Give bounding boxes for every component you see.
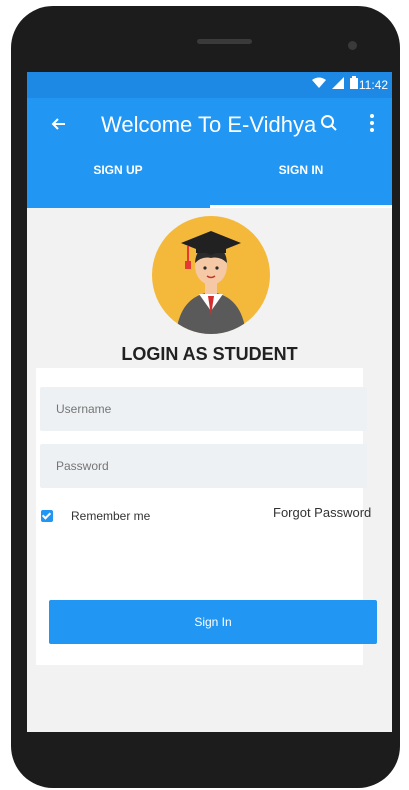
tab-bar: SIGN UP SIGN IN: [27, 156, 392, 208]
student-graduate-icon: [176, 231, 246, 334]
remember-me-label: Remember me: [71, 509, 151, 523]
forgot-password-link[interactable]: Forgot Password: [273, 505, 371, 520]
remember-me-row[interactable]: Remember me: [41, 509, 150, 523]
tab-sign-in[interactable]: SIGN IN: [210, 156, 392, 208]
login-heading: LOGIN AS STUDENT: [121, 344, 298, 364]
phone-speaker: [197, 39, 252, 44]
app-bar: Welcome To E-Vidhya: [27, 98, 392, 156]
phone-camera: [348, 41, 357, 50]
wifi-icon: [312, 77, 326, 88]
app-title: Welcome To E-Vidhya: [101, 112, 317, 137]
status-bar: 11:42: [27, 72, 392, 98]
tab-sign-up[interactable]: SIGN UP: [27, 156, 209, 208]
status-time: 11:42: [358, 78, 388, 92]
sign-in-button[interactable]: Sign In: [49, 600, 377, 644]
app-screen: 11:42 Welcome To E-Vidhya SIGN UP SIGN I…: [27, 72, 392, 732]
overflow-menu-icon[interactable]: [369, 114, 375, 135]
student-avatar: [152, 216, 270, 334]
username-input[interactable]: [40, 387, 367, 431]
password-input[interactable]: [40, 444, 367, 488]
remember-me-checkbox[interactable]: [41, 510, 53, 522]
battery-icon: [350, 76, 358, 89]
search-icon[interactable]: [320, 114, 338, 132]
signal-icon: [332, 76, 344, 89]
back-arrow-icon[interactable]: [49, 114, 69, 134]
